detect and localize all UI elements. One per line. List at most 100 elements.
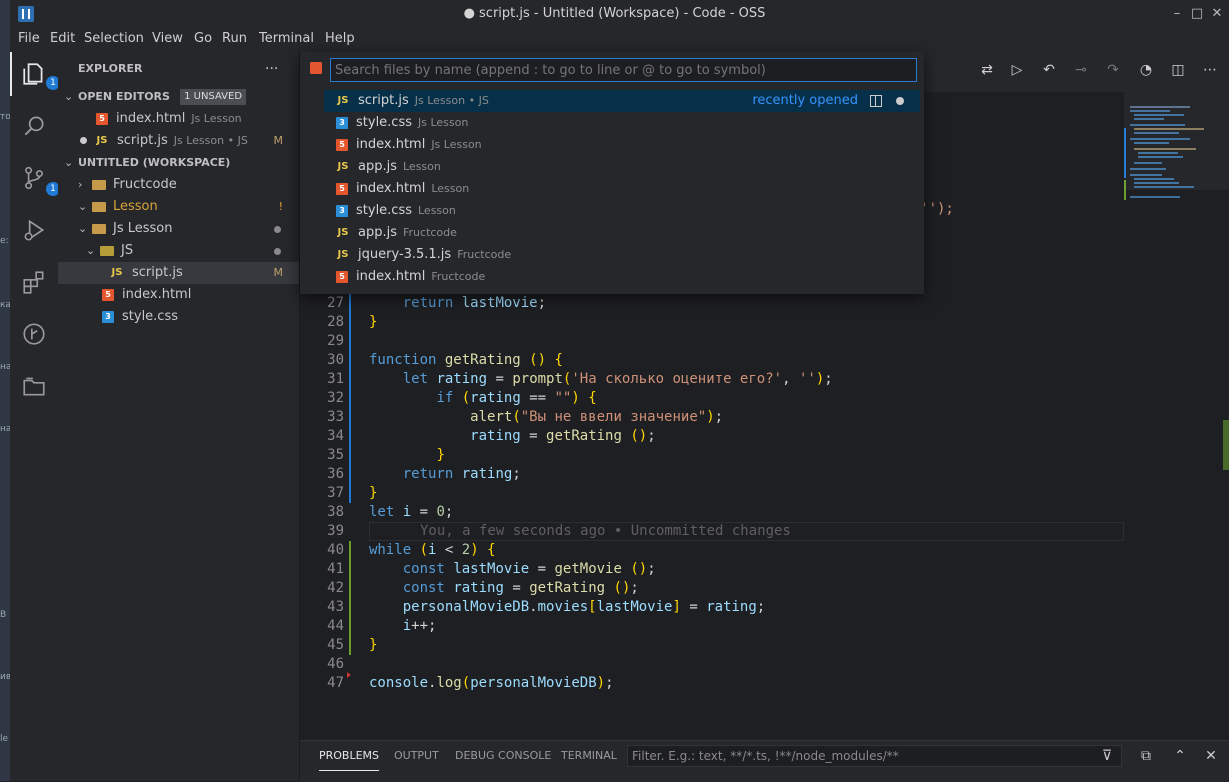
- line-code: rating = getRating ();: [470, 428, 656, 444]
- open-editor-item[interactable]: 5 index.html Js Lesson: [58, 108, 299, 130]
- code-line[interactable]: 32 if (rating == "") {: [300, 389, 1125, 408]
- code-line[interactable]: 47 console.log(personalMovieDB);: [300, 674, 1125, 693]
- html-file-icon: [310, 62, 322, 74]
- problems-filter-input[interactable]: Filter. E.g.: text, **/*.ts, !**/node_mo…: [627, 745, 1122, 767]
- code-line[interactable]: 31 let rating = prompt('На сколько оцени…: [300, 370, 1125, 389]
- code-line[interactable]: 44 i++;: [300, 617, 1125, 636]
- line-code: while (i < 2) {: [369, 542, 496, 558]
- quick-open-item[interactable]: 3 style.css Lesson: [324, 200, 920, 222]
- code-line[interactable]: 35 }: [300, 446, 1125, 465]
- tab-output[interactable]: OUTPUT: [394, 740, 439, 772]
- close-window-icon[interactable]: ✕: [1208, 6, 1226, 22]
- run-icon[interactable]: ▷: [1007, 60, 1027, 80]
- tab-debug-console[interactable]: DEBUG CONSOLE: [455, 740, 551, 772]
- tree-file-style-css[interactable]: 3 style.css: [58, 306, 299, 328]
- chevron-down-icon: ⌄: [64, 156, 74, 169]
- item-desc: Lesson: [403, 160, 441, 173]
- project-manager-icon[interactable]: [10, 362, 58, 410]
- quick-open-item[interactable]: JS script.js Js Lesson • JS recently opene…: [324, 90, 920, 112]
- code-line[interactable]: 27 return lastMovie;: [300, 294, 1125, 313]
- host-text: на: [0, 362, 10, 372]
- explorer-icon[interactable]: 1: [10, 50, 60, 98]
- quick-open-item[interactable]: JS app.js Fructcode: [324, 222, 920, 244]
- workspace-section[interactable]: ⌄ UNTITLED (WORKSPACE): [58, 152, 299, 174]
- code-line[interactable]: 33 alert("Вы не ввели значение");: [300, 408, 1125, 427]
- split-editor-icon[interactable]: ◫: [1168, 60, 1188, 80]
- quick-open-item[interactable]: 5 index.html Js Lesson: [324, 134, 920, 156]
- extensions-icon[interactable]: [10, 258, 58, 306]
- close-panel-icon[interactable]: ✕: [1201, 746, 1221, 766]
- menu-selection[interactable]: Selection: [84, 28, 144, 50]
- code-line[interactable]: 43 personalMovieDB.movies[lastMovie] = r…: [300, 598, 1125, 617]
- open-to-side-icon[interactable]: [870, 95, 882, 107]
- more-actions-icon[interactable]: ···: [265, 58, 278, 80]
- quick-open-input[interactable]: [330, 58, 917, 82]
- host-text: В: [0, 610, 7, 620]
- menu-terminal[interactable]: Terminal: [259, 28, 314, 50]
- go-back-icon[interactable]: ↶: [1039, 60, 1059, 80]
- code-line[interactable]: 29: [300, 332, 1125, 351]
- timeline-icon[interactable]: ◔: [1136, 60, 1156, 80]
- minimap[interactable]: [1124, 92, 1229, 740]
- line-code: }: [436, 447, 445, 463]
- more-actions-icon[interactable]: ⋯: [1200, 60, 1220, 80]
- item-desc: Fructcode: [457, 248, 512, 261]
- js-file-icon: JS: [337, 248, 349, 260]
- tree-folder-js[interactable]: ⌄ JS: [58, 240, 299, 262]
- run-debug-icon[interactable]: [10, 206, 58, 254]
- code-line[interactable]: 28}: [300, 313, 1125, 332]
- quick-open-item[interactable]: 3 style.css Js Lesson: [324, 112, 920, 134]
- tab-terminal[interactable]: TERMINAL: [561, 740, 617, 772]
- quick-open-item[interactable]: 5 index.html Fructcode: [324, 266, 920, 288]
- tree-folder-fructcode[interactable]: › Fructcode: [58, 174, 299, 196]
- menu-edit[interactable]: Edit: [50, 28, 75, 50]
- search-icon[interactable]: [10, 102, 58, 150]
- menu-file[interactable]: File: [18, 28, 40, 50]
- quick-open-item[interactable]: JS app.js Lesson: [324, 156, 920, 178]
- code-line[interactable]: 41 const lastMovie = getMovie ();: [300, 560, 1125, 579]
- code-line[interactable]: 40 while (i < 2) {: [300, 541, 1125, 560]
- code-line[interactable]: 37}: [300, 484, 1125, 503]
- maximize-icon[interactable]: □: [1188, 6, 1206, 22]
- remove-from-recent-icon[interactable]: [896, 97, 904, 105]
- code-line[interactable]: 30 function getRating () {: [300, 351, 1125, 370]
- code-line[interactable]: 42 const rating = getRating ();: [300, 579, 1125, 598]
- compare-icon[interactable]: ⇄: [977, 60, 997, 80]
- tree-file-script-js[interactable]: JS script.js M: [58, 262, 299, 284]
- menu-help[interactable]: Help: [325, 28, 355, 50]
- unsaved-badge: 1 UNSAVED: [180, 88, 247, 105]
- minimize-icon[interactable]: –: [1168, 6, 1186, 22]
- open-editor-item[interactable]: JS script.js Js Lesson • JS M: [58, 130, 299, 152]
- go-forward-icon[interactable]: ↷: [1103, 60, 1123, 80]
- commit-icon[interactable]: ⊸: [1071, 60, 1091, 80]
- line-code: }: [369, 485, 378, 501]
- tree-folder-lesson[interactable]: ⌄ Lesson !: [58, 196, 299, 218]
- item-desc: Lesson: [431, 182, 470, 195]
- line-number: 46: [327, 656, 344, 672]
- open-editors-section[interactable]: ⌄ OPEN EDITORS 1 UNSAVED: [58, 86, 299, 108]
- code-line[interactable]: 34 rating = getRating ();: [300, 427, 1125, 446]
- code-line[interactable]: 45}: [300, 636, 1125, 655]
- menu-view[interactable]: View: [152, 28, 183, 50]
- code-line[interactable]: 36 return rating;: [300, 465, 1125, 484]
- tree-file-index-html[interactable]: 5 index.html: [58, 284, 299, 306]
- git-graph-icon[interactable]: [10, 310, 58, 358]
- quick-open-item[interactable]: 5 index.html Lesson: [324, 178, 920, 200]
- item-desc: Fructcode: [403, 226, 457, 239]
- collapse-all-icon[interactable]: ⧉: [1136, 746, 1156, 766]
- maximize-panel-icon[interactable]: ⌃: [1170, 746, 1190, 766]
- line-code: if (rating == "") {: [436, 390, 597, 406]
- code-line[interactable]: 38 let i = 0;: [300, 503, 1125, 522]
- tree-folder-js-lesson[interactable]: ⌄ Js Lesson: [58, 218, 299, 240]
- quick-open-item[interactable]: JS jquery-3.5.1.js Fructcode: [324, 244, 920, 266]
- line-number: 45: [327, 637, 344, 653]
- line-code: const rating = getRating ();: [402, 580, 639, 596]
- folder-name: JS: [121, 243, 134, 258]
- unsaved-dot-icon[interactable]: [80, 137, 87, 144]
- source-control-icon[interactable]: 1: [10, 154, 60, 202]
- code-line[interactable]: 46: [300, 655, 1125, 674]
- tab-problems[interactable]: PROBLEMS: [319, 740, 380, 771]
- menu-run[interactable]: Run: [222, 28, 247, 50]
- filter-icon[interactable]: ⊽: [1097, 746, 1117, 766]
- menu-go[interactable]: Go: [194, 28, 212, 50]
